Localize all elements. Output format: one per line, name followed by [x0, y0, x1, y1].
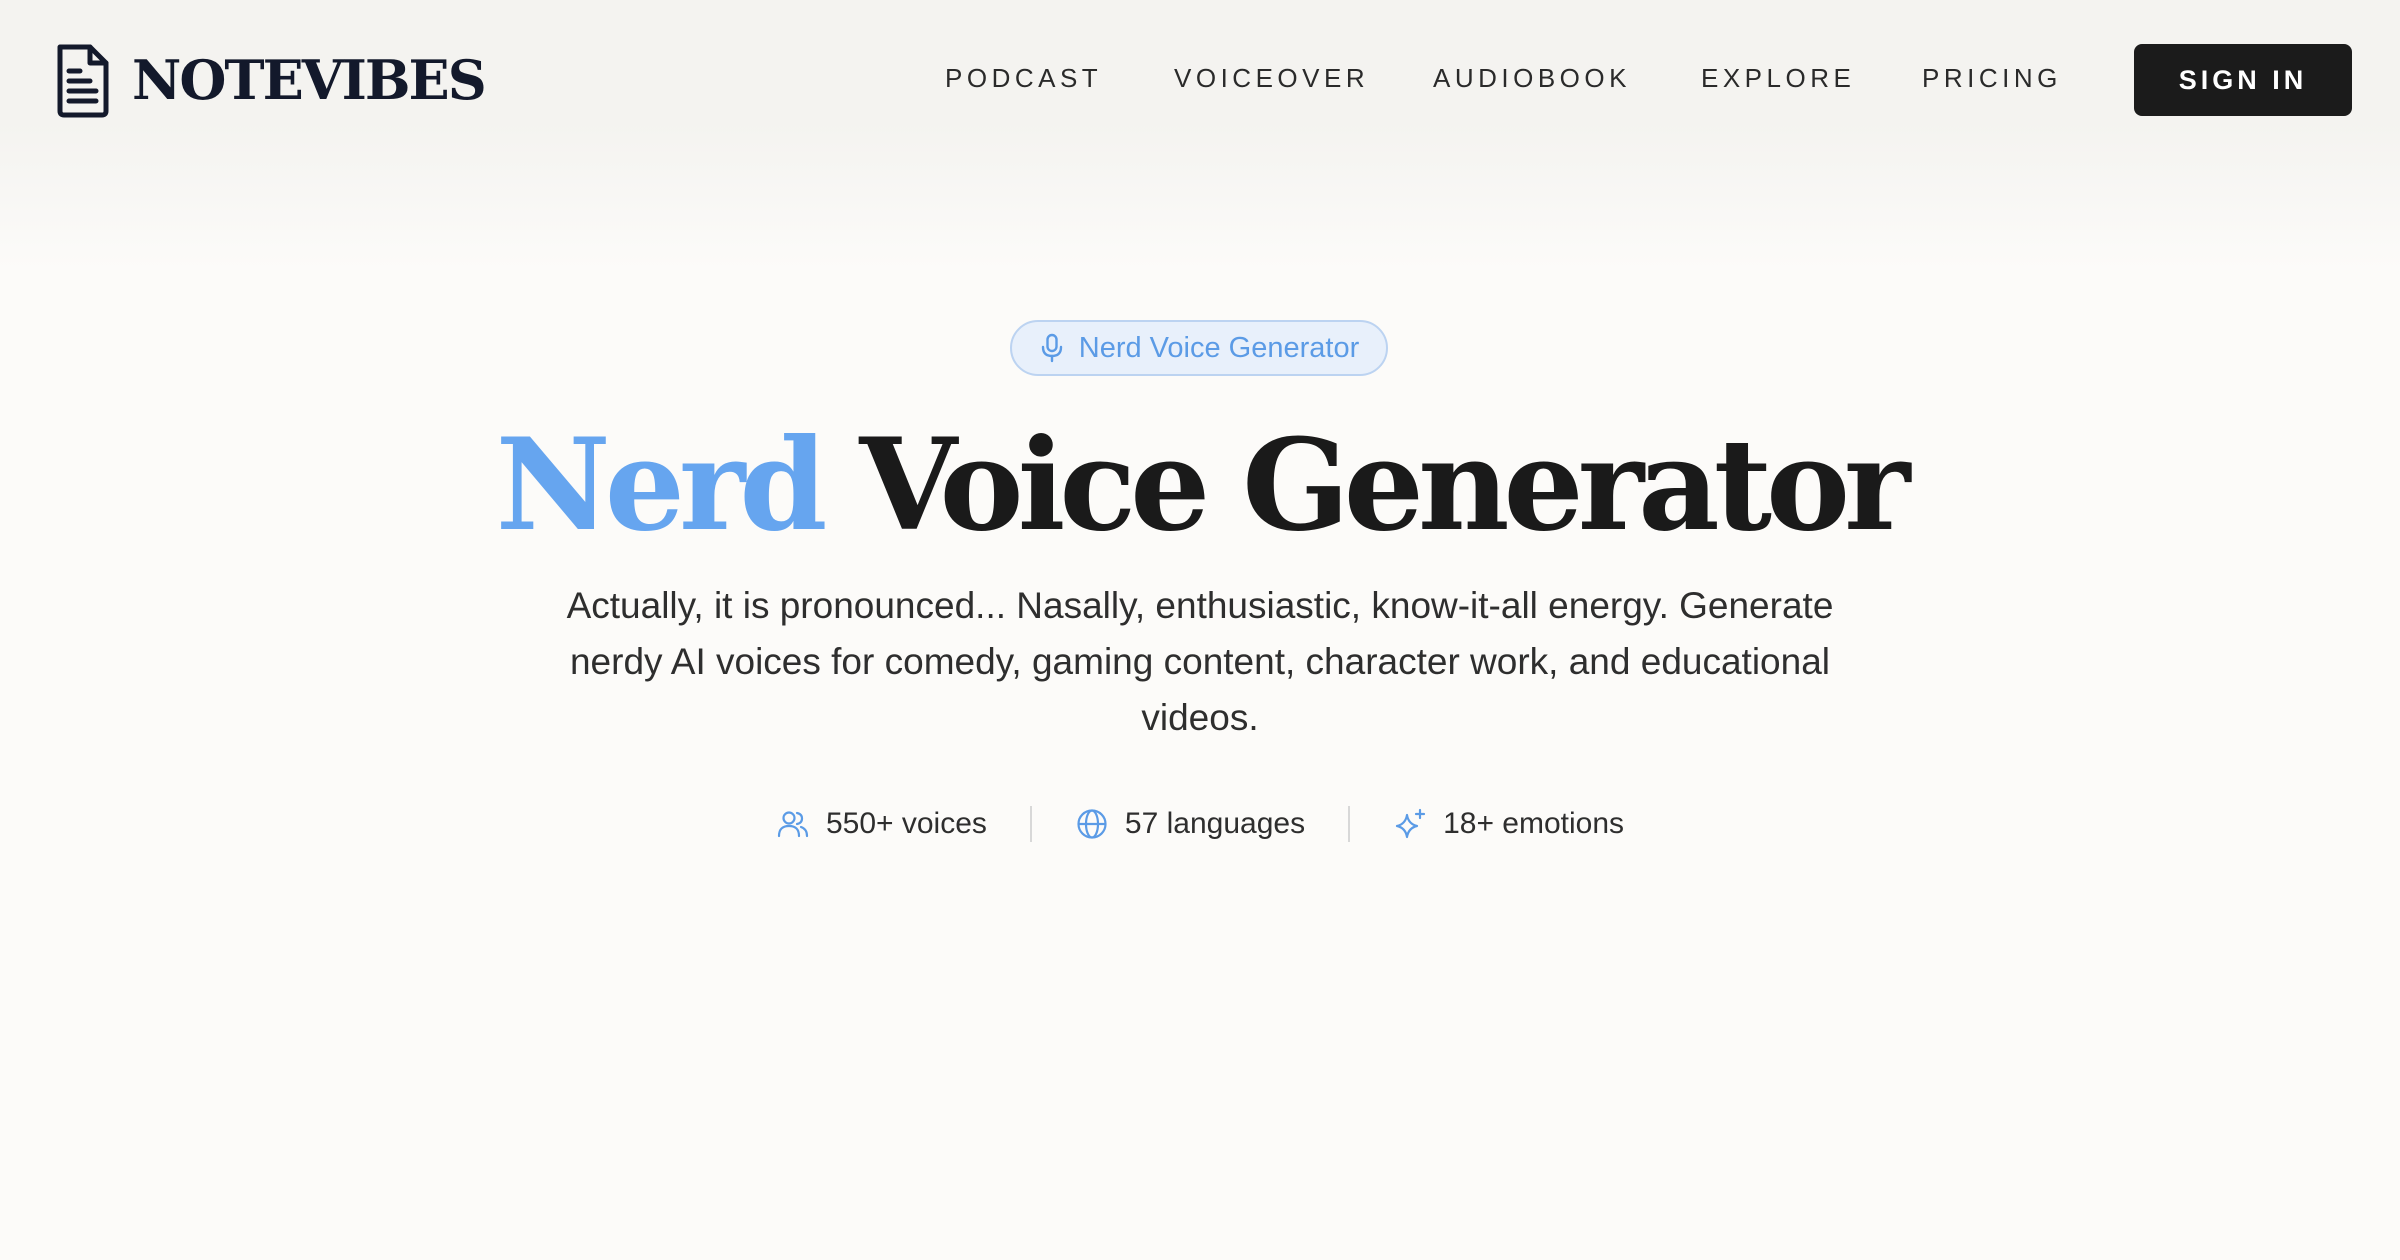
- badge-label: Nerd Voice Generator: [1078, 331, 1360, 364]
- stat-emotions: 18+ emotions: [1393, 807, 1624, 841]
- stat-label: 57 languages: [1124, 807, 1306, 840]
- stat-voices: 550+ voices: [776, 807, 987, 841]
- nav-item-voiceover[interactable]: VOICEOVER: [1174, 58, 1369, 98]
- stat-label: 550+ voices: [825, 807, 987, 840]
- title-accent: Nerd: [495, 411, 828, 559]
- nav-item-explore[interactable]: EXPLORE: [1701, 58, 1855, 98]
- hero-subtitle: Actually, it is pronounced... Nasally, e…: [566, 585, 1834, 738]
- sparkle-icon: [1395, 808, 1426, 839]
- stat-label: 18+ emotions: [1443, 807, 1625, 840]
- microphone-icon: [1041, 333, 1062, 363]
- brand-logo[interactable]: NOTEVIBES: [54, 40, 487, 120]
- nav-item-pricing[interactable]: PRICING: [1922, 58, 2062, 98]
- title-rest: Voice Generator: [859, 411, 1910, 559]
- stat-languages: 57 languages: [1075, 807, 1305, 841]
- globe-icon: [1077, 809, 1107, 839]
- users-icon: [777, 811, 809, 838]
- stat-divider: [1029, 806, 1032, 842]
- site-header: NOTEVIBES PODCAST VOICEOVER AUDIOBOOK EX…: [0, 0, 2400, 160]
- brand-name: NOTEVIBES: [132, 48, 487, 112]
- nav-item-podcast[interactable]: PODCAST: [945, 58, 1102, 98]
- document-icon: [57, 44, 109, 118]
- stats-bar: 550+ voices 57 languages 18+ emotions: [0, 800, 2400, 848]
- nav-item-audiobook[interactable]: AUDIOBOOK: [1433, 58, 1631, 98]
- page-title: Nerd Voice Generator: [0, 405, 2400, 565]
- sign-in-button[interactable]: SIGN IN: [2134, 44, 2352, 116]
- stat-divider: [1348, 806, 1351, 842]
- page-badge: Nerd Voice Generator: [1010, 320, 1388, 376]
